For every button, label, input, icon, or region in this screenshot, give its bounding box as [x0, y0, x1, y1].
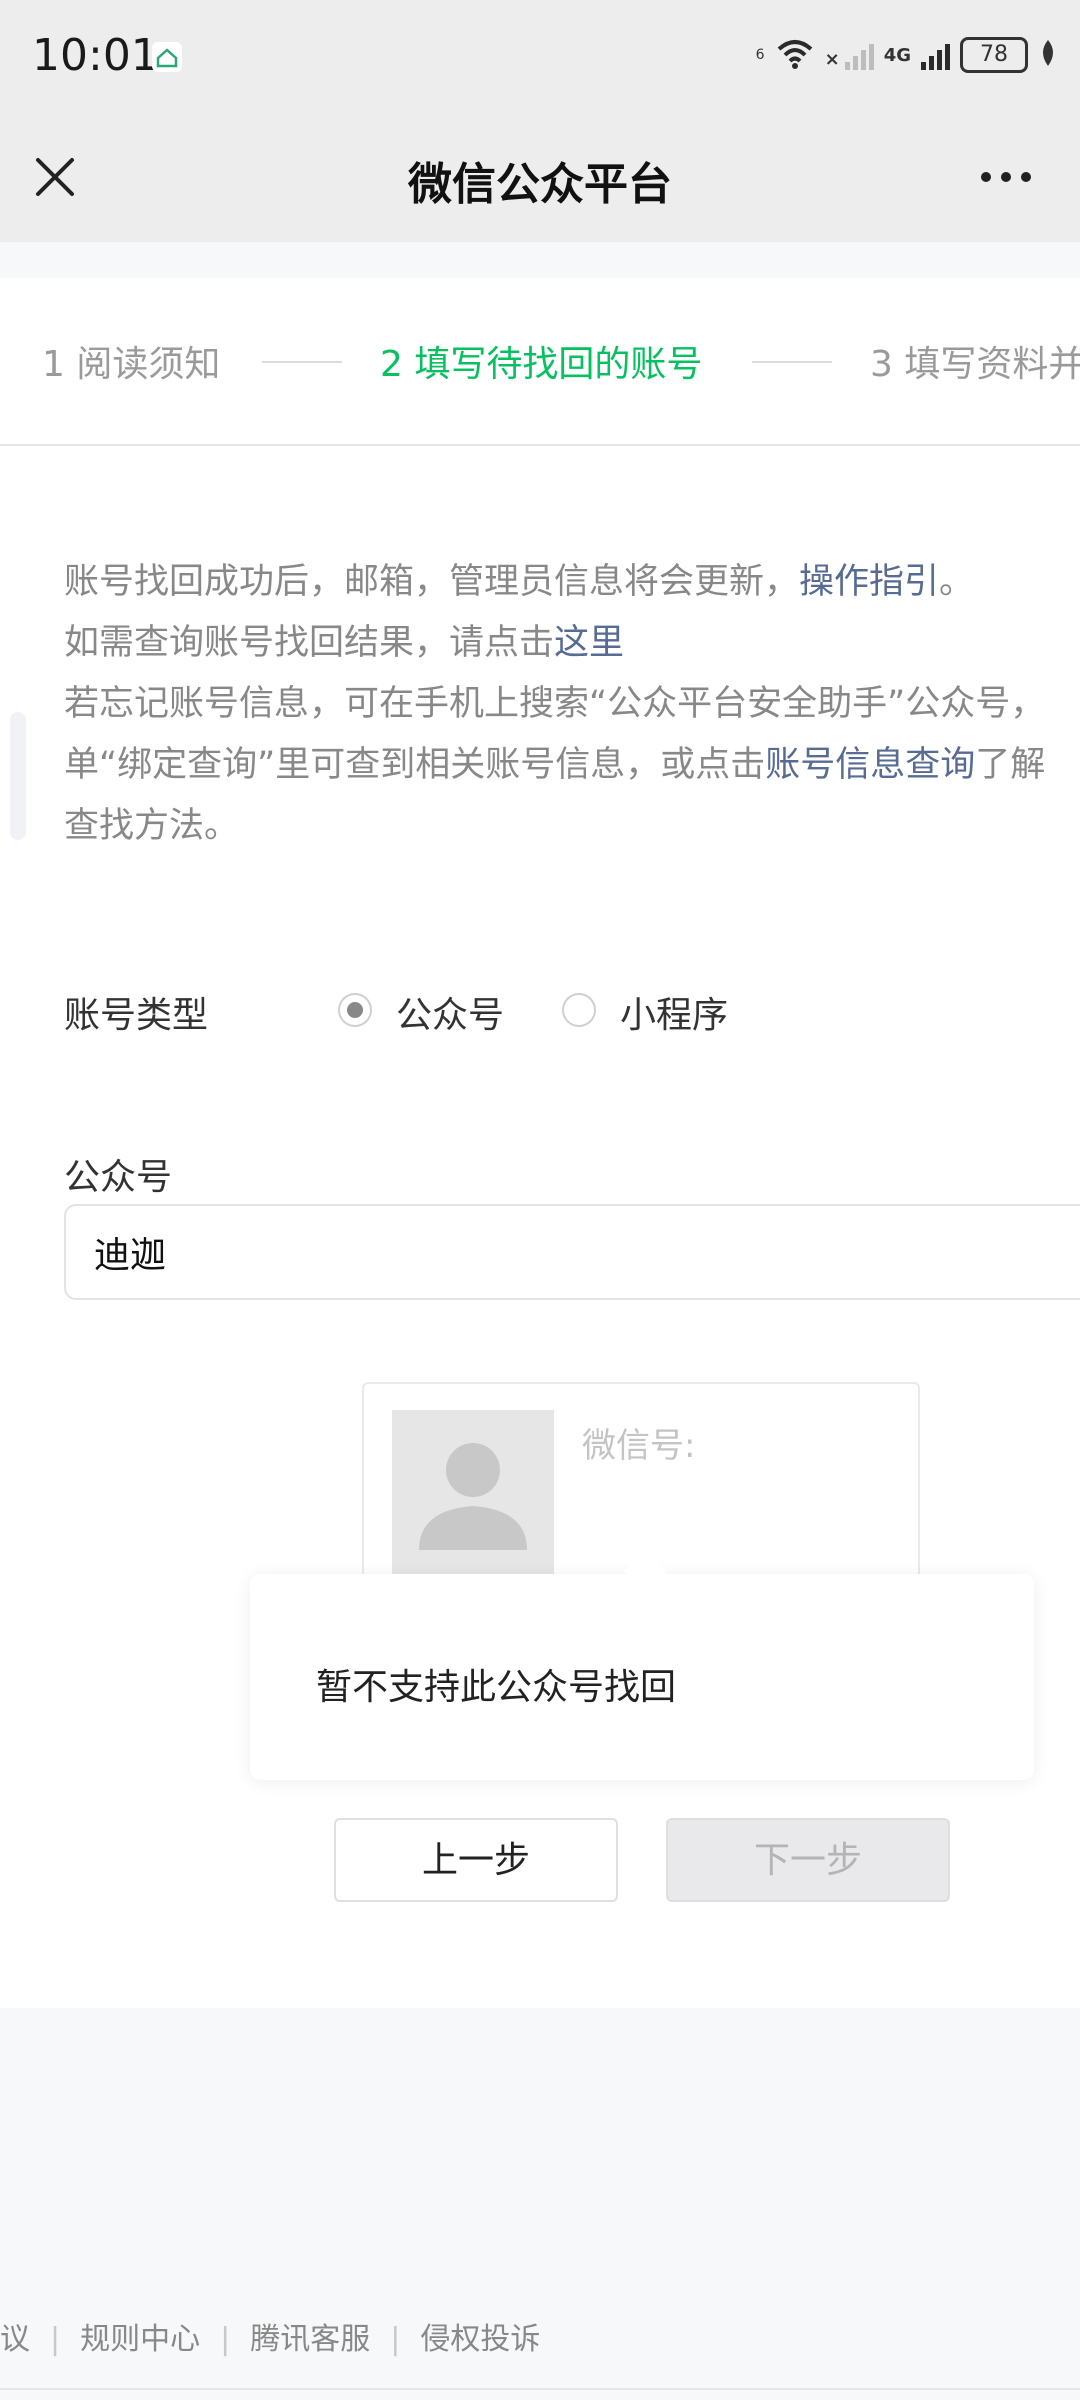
step-indicator: 1 阅读须知 2 填写待找回的账号 3 填写资料并 [0, 335, 1080, 385]
official-account-value[interactable]: 迪迦 [94, 1226, 166, 1278]
notice-punct: 。 [939, 562, 975, 602]
notice-line-5: 查找方法。 [64, 806, 240, 846]
official-account-input[interactable] [64, 1204, 1080, 1300]
footer-link-complaint[interactable]: 侵权投诉 [420, 2322, 540, 2357]
footer-link-rules[interactable]: 规则中心 [80, 2322, 200, 2357]
divider [0, 444, 1080, 446]
no-signal-icon: × [825, 40, 874, 70]
network-type: 4G [883, 44, 911, 66]
notice-text-4: 单“绑定查询”里可查到相关账号信息，或点击 [64, 745, 766, 785]
footer-separator: | [390, 2322, 401, 2357]
footer-link-support[interactable]: 腾讯客服 [250, 2322, 370, 2357]
official-account-label: 公众号 [64, 1157, 173, 1198]
prev-step-button[interactable]: 上一步 [334, 1818, 618, 1902]
guide-link[interactable]: 操作指引 [799, 562, 939, 602]
battery-icon: 78 [960, 37, 1028, 73]
more-icon[interactable] [976, 162, 1036, 192]
notice-line-4: 单“绑定查询”里可查到相关账号信息，或点击账号信息查询了解 [64, 735, 1080, 796]
status-icons: 6 × 4G 78 [756, 30, 1058, 80]
wifi-icon [775, 37, 815, 73]
page-title: 微信公众平台 [408, 159, 672, 210]
signal-icon [921, 40, 950, 70]
status-time: 10:01 [32, 30, 159, 81]
leaf-icon [1038, 38, 1058, 72]
here-link[interactable]: 这里 [554, 623, 624, 663]
footer-link-agreement[interactable]: 议 [0, 2322, 30, 2357]
footer-separator: | [50, 2322, 61, 2357]
side-scroll-tab[interactable] [10, 712, 26, 840]
step-1: 1 阅读须知 [42, 344, 221, 385]
footer-links: 议 | 规则中心 | 腾讯客服 | 侵权投诉 [0, 2314, 1080, 2360]
default-avatar-icon [392, 1410, 554, 1578]
account-type-label: 账号类型 [64, 995, 209, 1036]
footer-separator: | [220, 2322, 231, 2357]
step-divider [752, 361, 832, 363]
radio-official-account-label[interactable]: 公众号 [396, 986, 504, 1038]
app-notification-icon [152, 42, 182, 72]
radio-official-account[interactable] [338, 993, 372, 1027]
step-2-active: 2 填写待找回的账号 [380, 344, 703, 385]
notice-text: 账号找回成功后，邮箱，管理员信息将会更新，操作指引。 如需查询账号找回结果，请点… [64, 552, 1080, 857]
account-info-query-link[interactable]: 账号信息查询 [765, 745, 975, 785]
bottom-divider [0, 2388, 1080, 2390]
next-step-button[interactable]: 下一步 [666, 1818, 950, 1902]
radio-mini-program[interactable] [562, 993, 596, 1027]
notice-line-1: 账号找回成功后，邮箱，管理员信息将会更新，操作指引。 [64, 552, 1080, 613]
wechat-id-label: 微信号: [582, 1426, 696, 1466]
step-3: 3 填写资料并 [870, 344, 1080, 385]
notice-text-1: 账号找回成功后，邮箱，管理员信息将会更新， [64, 562, 800, 602]
notice-text-4-end: 了解 [975, 745, 1046, 785]
radio-mini-program-label[interactable]: 小程序 [620, 986, 728, 1038]
notice-line-3: 若忘记账号信息，可在手机上搜索“公众平台安全助手”公众号， [64, 684, 1046, 724]
wifi-badge: 6 [755, 47, 765, 63]
step-divider [262, 361, 342, 363]
popup-message: 暂不支持此公众号找回 [316, 1667, 677, 1708]
notice-line-2: 如需查询账号找回结果，请点击这里 [64, 613, 1080, 674]
notice-text-2: 如需查询账号找回结果，请点击 [64, 623, 555, 663]
